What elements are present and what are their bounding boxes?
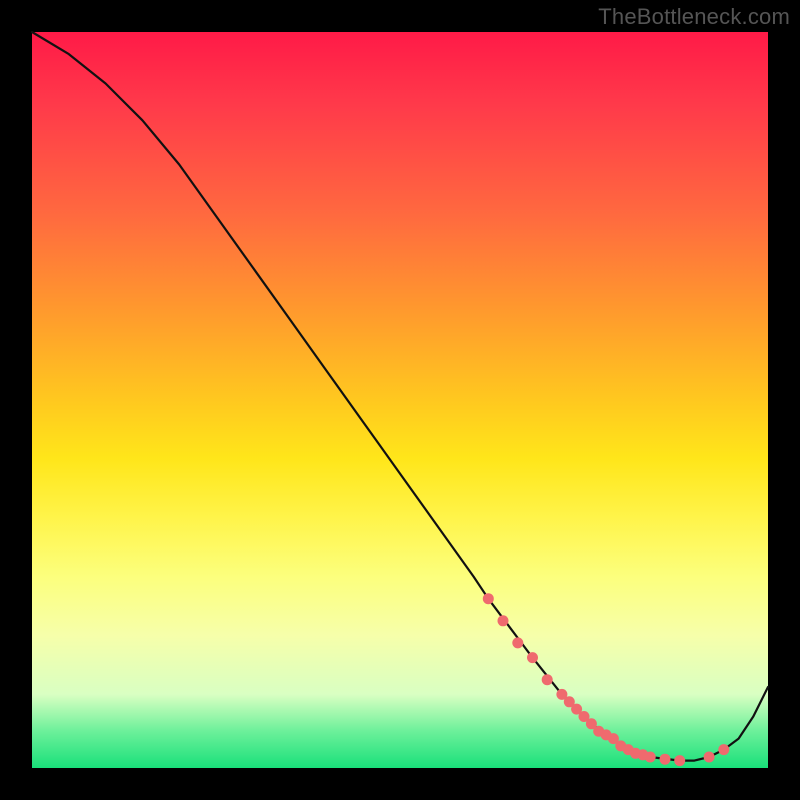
highlight-marker [498, 615, 509, 626]
highlight-marker [512, 637, 523, 648]
highlight-marker [660, 754, 671, 765]
highlight-marker [645, 752, 656, 763]
highlight-markers-group [483, 593, 730, 766]
highlight-marker [704, 752, 715, 763]
highlight-marker [542, 674, 553, 685]
highlight-marker [527, 652, 538, 663]
chart-gradient-background [32, 32, 768, 768]
watermark-text: TheBottleneck.com [598, 4, 790, 30]
chart-frame: TheBottleneck.com [0, 0, 800, 800]
highlight-marker [718, 744, 729, 755]
highlight-marker [674, 755, 685, 766]
chart-svg [32, 32, 768, 768]
bottleneck-curve-line [32, 32, 768, 761]
highlight-marker [483, 593, 494, 604]
